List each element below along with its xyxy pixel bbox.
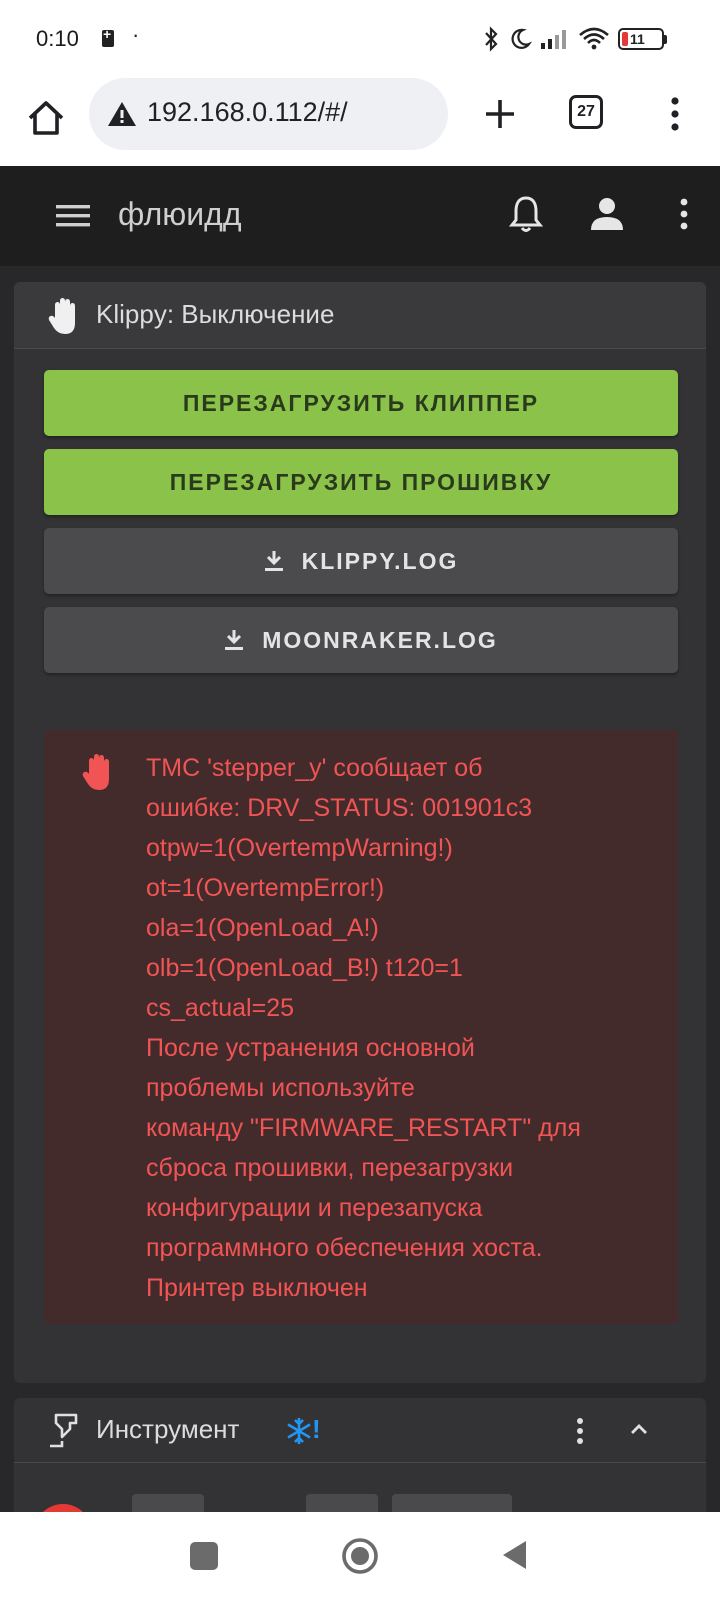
notification-dot: · (132, 22, 140, 47)
bell-icon[interactable] (508, 194, 544, 234)
home-icon[interactable] (24, 96, 68, 140)
more-vert-icon[interactable] (574, 1416, 586, 1446)
status-icons: 11 (482, 24, 667, 54)
moonraker-log-button[interactable]: MOONRAKER.LOG (44, 607, 678, 673)
error-alert: TMC 'stepper_y' сообщает об ошибке: DRV_… (44, 730, 678, 1324)
snowflake-icon: ! (286, 1414, 326, 1446)
tabs-count-button[interactable]: 27 (569, 95, 603, 129)
url-bar[interactable]: 192.168.0.112/#/ (89, 78, 448, 150)
tool-icon (50, 1413, 78, 1448)
plus-icon[interactable] (478, 92, 522, 136)
status-time: 0:10 (36, 26, 79, 51)
card-header: Инструмент ! (14, 1398, 706, 1463)
system-nav-bar (0, 1512, 720, 1600)
battery-saver-icon (102, 26, 114, 47)
klippy-status-card: Klippy: Выключение ПЕРЕЗАГРУЗИТЬ КЛИППЕР… (14, 282, 706, 1383)
hand-stop-icon (82, 754, 109, 790)
restart-firmware-button[interactable]: ПЕРЕЗАГРУЗИТЬ ПРОШИВКУ (44, 449, 678, 515)
button-label: MOONRAKER.LOG (262, 626, 498, 653)
chevron-up-icon[interactable] (628, 1418, 650, 1440)
account-icon[interactable] (590, 196, 624, 232)
browser-toolbar: 192.168.0.112/#/ 27 (0, 78, 720, 167)
url-text[interactable]: 192.168.0.112/#/ (147, 97, 348, 128)
tool-card: Инструмент ! (14, 1398, 706, 1562)
hamburger-menu-icon[interactable] (56, 202, 90, 230)
warning-icon[interactable] (107, 100, 137, 128)
more-vert-icon[interactable] (676, 196, 692, 232)
restart-klipper-button[interactable]: ПЕРЕЗАГРУЗИТЬ КЛИППЕР (44, 370, 678, 436)
card-header: Klippy: Выключение (14, 282, 706, 349)
status-bar: 0:10 · 11 (0, 0, 720, 78)
battery-level: 11 (630, 31, 645, 47)
button-label: ПЕРЕЗАГРУЗИТЬ КЛИППЕР (182, 389, 540, 416)
warning-mark: ! (312, 1414, 321, 1444)
download-icon (225, 630, 244, 650)
download-icon (264, 551, 283, 571)
bluetooth-icon (485, 26, 498, 52)
error-message: TMC 'stepper_y' сообщает об ошибке: DRV_… (146, 754, 581, 1302)
nav-home-icon[interactable] (340, 1536, 380, 1576)
moon-icon (511, 28, 532, 49)
card-title: Инструмент (96, 1414, 240, 1444)
signal-icon (541, 30, 566, 49)
button-label: KLIPPY.LOG (301, 547, 459, 574)
wifi-icon (579, 27, 609, 50)
hand-stop-icon (48, 298, 75, 334)
app-header: флюидд (0, 166, 720, 266)
back-icon[interactable] (500, 1538, 530, 1572)
button-label: ПЕРЕЗАГРУЗИТЬ ПРОШИВКУ (169, 468, 553, 495)
recent-apps-icon[interactable] (190, 1542, 218, 1570)
app-title: флюидд (118, 196, 242, 232)
more-vert-icon[interactable] (660, 92, 690, 136)
klippy-log-button[interactable]: KLIPPY.LOG (44, 528, 678, 594)
battery-icon: 11 (618, 28, 667, 50)
card-title: Klippy: Выключение (96, 299, 335, 329)
